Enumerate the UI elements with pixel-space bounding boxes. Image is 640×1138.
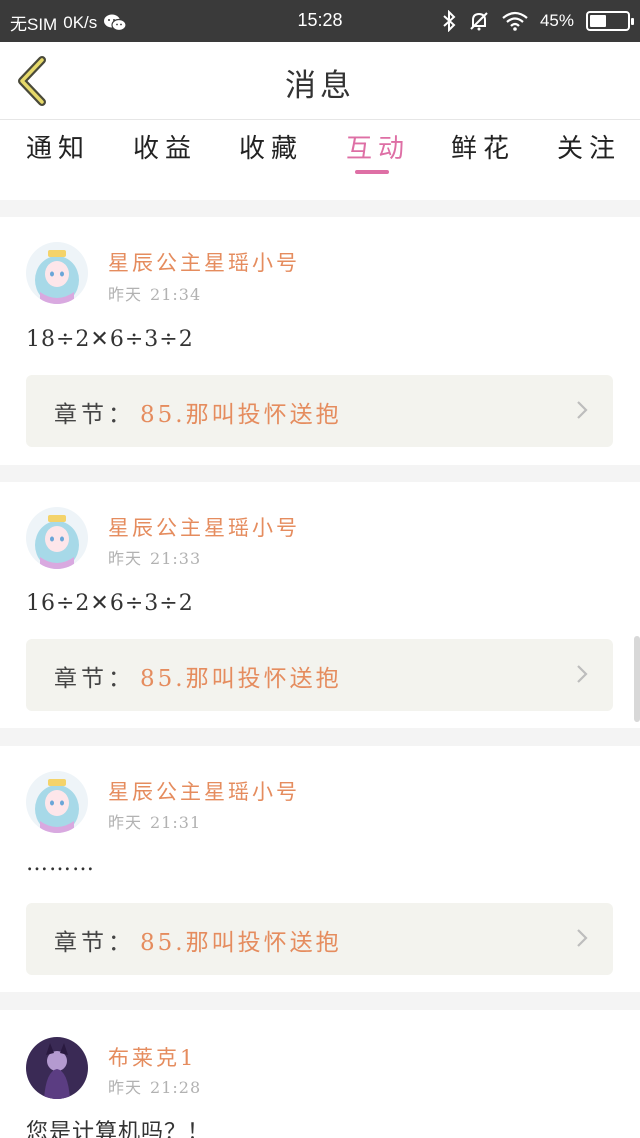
- tab-flowers[interactable]: 鲜花: [451, 128, 515, 165]
- message-content: 18÷2✕6÷3÷2: [26, 327, 194, 352]
- timestamp: 昨天 21:28: [108, 1074, 201, 1098]
- avatar[interactable]: [26, 242, 88, 304]
- message-content: 16÷2✕6÷3÷2: [26, 591, 194, 616]
- username[interactable]: 星辰公主星瑶小号: [108, 776, 300, 806]
- chapter-title: 85.那叫投怀送抱: [140, 402, 342, 428]
- mute-bell-icon: [470, 12, 488, 31]
- message-card: 星辰公主星瑶小号 昨天 21:34 18÷2✕6÷3÷2 章节： 85.那叫投怀送…: [0, 217, 640, 465]
- chapter-label: 章节：: [54, 930, 135, 956]
- avatar[interactable]: [26, 507, 88, 569]
- dark-character-avatar-image: [26, 1037, 88, 1099]
- message-content: ………: [26, 851, 95, 876]
- avatar[interactable]: [26, 771, 88, 833]
- anime-avatar-image: [26, 242, 88, 304]
- timestamp: 昨天 21:31: [108, 809, 201, 833]
- status-right: 45%: [442, 10, 634, 32]
- chapter-title: 85.那叫投怀送抱: [140, 666, 342, 692]
- timestamp-time: 21:33: [150, 549, 202, 568]
- battery-fill: [590, 15, 607, 27]
- timestamp-day: 昨天: [108, 813, 143, 832]
- anime-avatar-image: [26, 507, 88, 569]
- bluetooth-icon: [443, 10, 456, 32]
- timestamp-time: 21:28: [150, 1078, 202, 1097]
- tab-bar: 通知 收益 收藏 互动 鲜花 关注: [0, 120, 640, 200]
- chevron-right-icon: [577, 665, 588, 683]
- message-card: 星辰公主星瑶小号 昨天 21:31 ……… 章节： 85.那叫投怀送抱: [0, 746, 640, 992]
- nav-bar: 消息: [0, 42, 640, 120]
- timestamp: 昨天 21:33: [108, 545, 201, 569]
- chapter-label: 章节：: [54, 666, 135, 692]
- tab-earnings[interactable]: 收益: [133, 128, 197, 165]
- status-bar: 无SIM 0K/s 15:28 45%: [0, 0, 640, 42]
- timestamp-day: 昨天: [108, 1078, 143, 1097]
- chapter-link[interactable]: 章节： 85.那叫投怀送抱: [26, 639, 613, 711]
- timestamp-day: 昨天: [108, 285, 143, 304]
- username[interactable]: 星辰公主星瑶小号: [108, 247, 300, 277]
- battery-icon: [586, 11, 634, 31]
- anime-avatar-image: [26, 771, 88, 833]
- active-tab-indicator: [355, 170, 389, 174]
- chevron-right-icon: [577, 929, 588, 947]
- chapter-link[interactable]: 章节： 85.那叫投怀送抱: [26, 375, 613, 447]
- tab-notifications[interactable]: 通知: [26, 128, 90, 165]
- chapter-label: 章节：: [54, 402, 135, 428]
- message-card: 布莱克1 昨天 21:28 您是计算机吗？！: [0, 1010, 640, 1138]
- username[interactable]: 星辰公主星瑶小号: [108, 512, 300, 542]
- battery-percent: 45%: [539, 11, 574, 30]
- tab-following[interactable]: 关注: [557, 128, 621, 165]
- timestamp: 昨天 21:34: [108, 281, 201, 305]
- avatar[interactable]: [26, 1037, 88, 1099]
- chapter-link[interactable]: 章节： 85.那叫投怀送抱: [26, 903, 613, 975]
- chevron-right-icon: [577, 401, 588, 419]
- timestamp-day: 昨天: [108, 549, 143, 568]
- page-title: 消息: [285, 68, 355, 104]
- scrollbar[interactable]: [634, 636, 640, 722]
- chapter-title: 85.那叫投怀送抱: [140, 930, 342, 956]
- message-card: 星辰公主星瑶小号 昨天 21:33 16÷2✕6÷3÷2 章节： 85.那叫投怀送…: [0, 482, 640, 728]
- wifi-icon: [502, 11, 528, 31]
- tab-favorites[interactable]: 收藏: [239, 128, 303, 165]
- timestamp-time: 21:31: [150, 813, 202, 832]
- message-content: 您是计算机吗？！: [26, 1120, 211, 1138]
- username[interactable]: 布莱克1: [108, 1042, 196, 1072]
- timestamp-time: 21:34: [150, 285, 202, 304]
- tab-interaction[interactable]: 互动: [346, 128, 410, 165]
